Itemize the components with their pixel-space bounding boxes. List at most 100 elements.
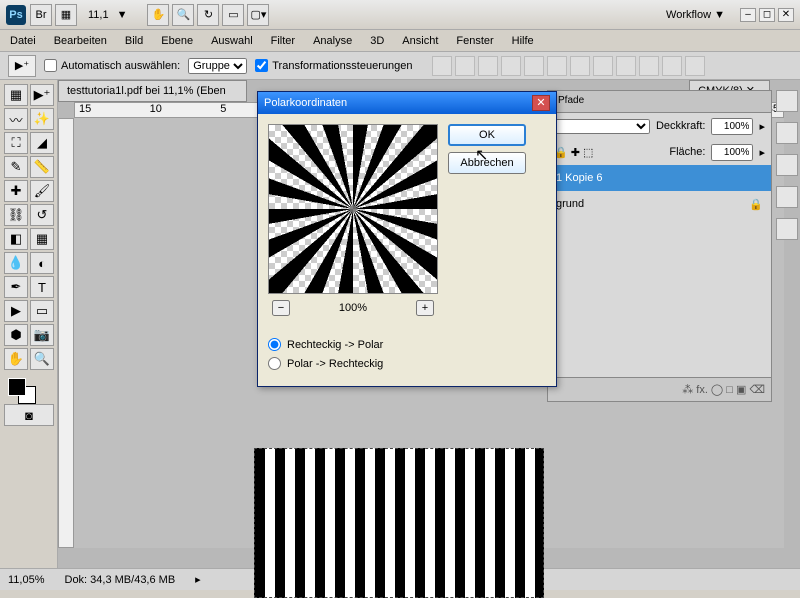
cancel-button[interactable]: Abbrechen [448, 152, 526, 174]
layers-panel: Pfade Deckkraft: ▸ 🔒 ✚ ⬚ Fläche: ▸ 1 Kop… [547, 90, 772, 402]
eraser-tool[interactable]: ◧ [4, 228, 28, 250]
status-doc: Dok: 34,3 MB/43,6 MB [65, 574, 176, 586]
dock-icon[interactable] [776, 122, 798, 144]
menu-ansicht[interactable]: Ansicht [402, 35, 438, 47]
align-icon[interactable] [570, 56, 590, 76]
align-icon[interactable] [455, 56, 475, 76]
titlebar: Ps Br ▦ 11,1▼ ✋ 🔍 ↻ ▭ ▢▾ Workflow ▼ – ◻ … [0, 0, 800, 30]
opacity-label: Deckkraft: [656, 120, 706, 132]
align-icon[interactable] [593, 56, 613, 76]
menu-fenster[interactable]: Fenster [456, 35, 493, 47]
align-icon[interactable] [685, 56, 705, 76]
3d-tool[interactable]: ⬢ [4, 324, 28, 346]
eyedropper-tool[interactable]: ✎ [4, 156, 28, 178]
hand-icon[interactable]: ✋ [147, 4, 169, 26]
history-tool[interactable]: ↺ [30, 204, 54, 226]
zoom-icon[interactable]: 🔍 [172, 4, 194, 26]
screen-icon[interactable]: ▢▾ [247, 4, 269, 26]
rotate-icon[interactable]: ↻ [197, 4, 219, 26]
menu-bearbeiten[interactable]: Bearbeiten [54, 35, 107, 47]
zoom-out-button[interactable]: − [272, 300, 290, 316]
lasso-tool[interactable]: 〰 [4, 108, 28, 130]
align-icon[interactable] [478, 56, 498, 76]
preview-image [268, 124, 438, 294]
type-tool[interactable]: T [30, 276, 54, 298]
align-icon[interactable] [432, 56, 452, 76]
zoom-in-button[interactable]: + [416, 300, 434, 316]
workflow-dropdown[interactable]: Workflow ▼ [666, 9, 725, 21]
zoom-tool[interactable]: 🔍 [30, 348, 54, 370]
opacity-input[interactable] [711, 118, 753, 135]
ruler-vertical [58, 118, 74, 548]
menu-datei[interactable]: Datei [10, 35, 36, 47]
heal-tool[interactable]: ✚ [4, 180, 28, 202]
ruler-tool[interactable]: 📏 [30, 156, 54, 178]
ps-icon: Ps [6, 5, 26, 25]
stamp-tool[interactable]: ⛓ [4, 204, 28, 226]
auto-select-checkbox[interactable]: Automatisch auswählen: [44, 59, 180, 72]
lock-icons[interactable]: 🔒 ✚ ⬚ [554, 146, 593, 159]
canvas-content [254, 448, 544, 598]
dock-icon[interactable] [776, 218, 798, 240]
zoom-level[interactable]: 11,1 [88, 9, 109, 21]
dialog-close-button[interactable]: ✕ [532, 95, 550, 111]
menu-filter[interactable]: Filter [271, 35, 295, 47]
wand-tool[interactable]: ✨ [30, 108, 54, 130]
dialog-titlebar[interactable]: Polarkoordinaten ✕ [258, 92, 556, 114]
layer-item[interactable]: grund🔒 [548, 191, 771, 217]
panel-footer: ⁂ fx. ◯ □ ▣ ⌫ [548, 377, 771, 401]
move-tool2[interactable]: ▶⁺ [30, 84, 54, 106]
radio-rect-polar[interactable]: Rechteckig -> Polar [268, 338, 546, 351]
gradient-tool[interactable]: ▦ [30, 228, 54, 250]
polar-dialog: Polarkoordinaten ✕ − 100% + OK Abbrechen… [257, 91, 557, 387]
transform-checkbox[interactable]: Transformationssteuerungen [255, 59, 412, 72]
align-icon[interactable] [524, 56, 544, 76]
film-icon[interactable]: ▦ [55, 4, 77, 26]
crop-tool[interactable]: ⛶ [4, 132, 28, 154]
camera-tool[interactable]: 📷 [30, 324, 54, 346]
maximize-button[interactable]: ◻ [759, 8, 775, 22]
align-icon[interactable] [616, 56, 636, 76]
menu-hilfe[interactable]: Hilfe [512, 35, 534, 47]
menu-ebene[interactable]: Ebene [161, 35, 193, 47]
pen-tool[interactable]: ✒ [4, 276, 28, 298]
toolbox: ▦▶⁺ 〰✨ ⛶◢ ✎📏 ✚🖌 ⛓↺ ◧▦ 💧◐ ✒T ▶▭ ⬢📷 ✋🔍 ◙ [0, 80, 58, 568]
move-tool-icon[interactable]: ▶⁺ [8, 55, 36, 77]
fill-label: Fläche: [669, 146, 705, 158]
layer-item[interactable]: 1 Kopie 6 [548, 165, 771, 191]
ok-button[interactable]: OK [448, 124, 526, 146]
quickmask-tool[interactable]: ◙ [4, 404, 54, 426]
radio-polar-rect[interactable]: Polar -> Rechteckig [268, 357, 546, 370]
align-icon[interactable] [501, 56, 521, 76]
bridge-icon[interactable]: Br [30, 4, 52, 26]
close-button[interactable]: ✕ [778, 8, 794, 22]
minimize-button[interactable]: – [740, 8, 756, 22]
align-icon[interactable] [547, 56, 567, 76]
menu-bild[interactable]: Bild [125, 35, 143, 47]
menu-3d[interactable]: 3D [370, 35, 384, 47]
align-icon[interactable] [639, 56, 659, 76]
preview-zoom: 100% [339, 302, 367, 314]
align-icon[interactable] [662, 56, 682, 76]
hand-tool[interactable]: ✋ [4, 348, 28, 370]
document-tab[interactable]: testtutoria1l.pdf bei 11,1% (Eben [58, 80, 247, 102]
status-zoom[interactable]: 11,05% [8, 574, 45, 586]
shape-tool[interactable]: ▭ [30, 300, 54, 322]
auto-select-type[interactable]: Gruppe [188, 58, 247, 74]
dock-icon[interactable] [776, 186, 798, 208]
blend-mode[interactable] [554, 119, 650, 134]
slice-tool[interactable]: ◢ [30, 132, 54, 154]
brush-tool[interactable]: 🖌 [30, 180, 54, 202]
fill-input[interactable] [711, 144, 753, 161]
dock-icon[interactable] [776, 154, 798, 176]
align-icons [432, 56, 705, 76]
arrange-icon[interactable]: ▭ [222, 4, 244, 26]
menu-analyse[interactable]: Analyse [313, 35, 352, 47]
dodge-tool[interactable]: ◐ [30, 252, 54, 274]
blur-tool[interactable]: 💧 [4, 252, 28, 274]
color-swatch[interactable] [4, 378, 54, 402]
menu-auswahl[interactable]: Auswahl [211, 35, 253, 47]
path-tool[interactable]: ▶ [4, 300, 28, 322]
move-tool[interactable]: ▦ [4, 84, 28, 106]
dock-icon[interactable] [776, 90, 798, 112]
